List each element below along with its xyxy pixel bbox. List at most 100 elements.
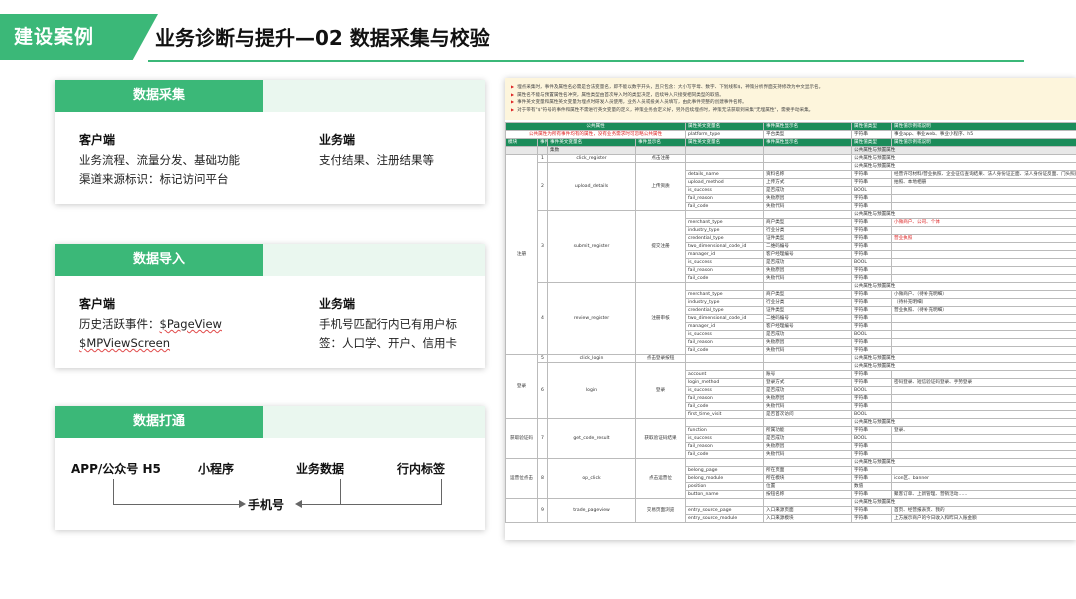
sheet-cell: credential_type [685,306,765,315]
client-line: 业务流程、流量分发、基础功能 [79,153,240,167]
sheet-cell: 平台类型 [763,130,853,139]
sheet-cell: 事业app、事业web、事业小程序、h5 [891,130,1076,139]
sheet-cell: 提交注册 [634,210,687,283]
sheet-cell: 公共属性 [505,122,687,131]
sheet-cell: entry_source_page [685,506,765,515]
sheet-cell: 属性英文变量名 [685,138,765,147]
sheet-cell [763,210,853,219]
sheet-cell: 公共属性与预置属性 [851,146,1076,155]
sheet-cell: 6 [537,362,548,419]
sheet-cell: 二维码编号 [763,314,853,323]
sheet-cell: 点击注册 [634,154,687,163]
sheet-cell: 行业分类 [763,226,853,235]
sheet-cell: 字符串 [851,194,893,203]
sheet-cell: BOOL [851,330,893,339]
sheet-cell: 是否成功 [763,386,853,395]
sheet-cell: click_register [547,154,636,163]
connector [301,504,441,505]
sheet-row: 公共属性为所有事件均有的属性，没有业务需求时可忽略公共属性 platform_ty… [505,130,1076,139]
sheet-cell: 账号 [763,370,853,379]
sheet-cell: BOOL [851,434,893,443]
sheet-cell: 拍照、本地相册 [891,178,1076,187]
sheet-cell: 注册 [505,154,538,355]
client-line: 渠道来源标识：标记访问平台 [79,172,229,186]
sheet-cell: 登录、 [891,426,1076,435]
sheet-cell: 所在模块 [763,474,853,483]
sheet-cell: 公共属性与预置属性 [851,354,1076,363]
card-header-strip [263,80,485,112]
note-line: 埋点采集时，事件及属性名必需是合法变量名，即不能以数字开头，且只包含：大小写字母… [511,84,1076,92]
sheet-cell: 字符串 [851,450,893,459]
sheet-cell: merchant_type [685,218,765,227]
sheet-cell: click_login [547,354,636,363]
sheet-cell [685,146,765,155]
card-title: 数据采集 [55,80,263,112]
source-business-data: 业务数据 [296,462,345,476]
connector [113,479,114,505]
sheet-cell: 5 [537,354,548,363]
sheet-row: 9 trade_pageview 交易页面浏览 公共属性与预置属性 [505,498,1076,523]
sheet-cell: 聚客订单、上新管理、营销活动…… [891,490,1076,499]
sheet-cell: 是否成功 [763,434,853,443]
sheet-cell: 字符串 [851,402,893,411]
sheet-cell: 失败代码 [763,450,853,459]
business-title: 业务端 [319,133,356,147]
sheet-cell: 集数 [547,146,636,155]
sheet-cell: BOOL [851,186,893,195]
client-line: 历史活跃事件：$PageView [79,315,222,334]
sheet-cell [891,186,1076,195]
sheet-cell: fail_code [685,346,765,355]
sheet-cell: fail_reason [685,394,765,403]
sheet-cell [685,282,765,291]
sheet-cell: 首页、经营报表页、我的 [891,506,1076,515]
sheet-cell: 登录 [634,362,687,419]
section-tag: 建设案例 [0,14,158,60]
sheet-cell [891,338,1076,347]
sheet-cell: 属性英文变量名 [685,122,765,131]
sheet-cell: fail_code [685,402,765,411]
sheet-cell: 注册审核 [634,282,687,355]
page-title: 业务诊断与提升—02 数据采集与校验 [155,26,490,50]
sheet-cell: 字符串 [851,338,893,347]
sheet-cell: 公共属性与预置属性 [851,458,1076,467]
sheet-cell: industry_type [685,298,765,307]
sheet-cell: 1 [537,154,548,163]
sheet-cell: position [685,482,765,491]
sheet-cell: 字符串 [851,466,893,475]
sheet-cell: 字符串 [851,514,893,523]
sheet-cell: 属性值类型 [851,122,893,131]
sheet-cell: is_success [685,186,765,195]
sheet-cell: 9 [537,498,548,523]
sheet-cell [891,322,1076,331]
sheet-cell: 字符串 [851,266,893,275]
sheet-cell: upload_details [547,162,636,211]
sheet-cell: 字符串 [851,490,893,499]
sheet-cell: 字符串 [851,322,893,331]
sheet-cell: 入口来源页面 [763,506,853,515]
sheet-cell: 事件属性显示名 [763,138,853,147]
sheet-cell [891,266,1076,275]
sheet-cell: login [547,362,636,419]
sheet-cell: 行业分类 [763,298,853,307]
sheet-cell [891,386,1076,395]
card-title: 数据打通 [55,406,263,438]
sheet-cell: function [685,426,765,435]
sheet-cell: 字符串 [851,426,893,435]
sheet-cell [685,210,765,219]
sheet-cell: BOOL [851,258,893,267]
sheet-cell: 失败代码 [763,346,853,355]
sheet-cell: first_time_visit [685,410,765,419]
sheet-cell: 商户类型 [763,218,853,227]
sheet-cell: 公共属性与预置属性 [851,282,1076,291]
sheet-cell: 获取验证码结果 [634,418,687,459]
business-title: 业务端 [319,297,356,311]
arrow-right-icon [239,500,246,508]
sheet-cell: （待补充明细） [891,298,1076,307]
sheet-cell: 客户经理编号 [763,322,853,331]
sheet-cell: 公共属性与预置属性 [851,418,1076,427]
card-data-import: 数据导入 客户端 历史活跃事件：$PageView $MPViewScreen … [55,244,485,368]
sheet-cell [505,146,538,155]
sheet-cell: 运营位点击 [505,458,538,499]
sheet-cell: 字符串 [851,346,893,355]
sheet-cell [891,370,1076,379]
